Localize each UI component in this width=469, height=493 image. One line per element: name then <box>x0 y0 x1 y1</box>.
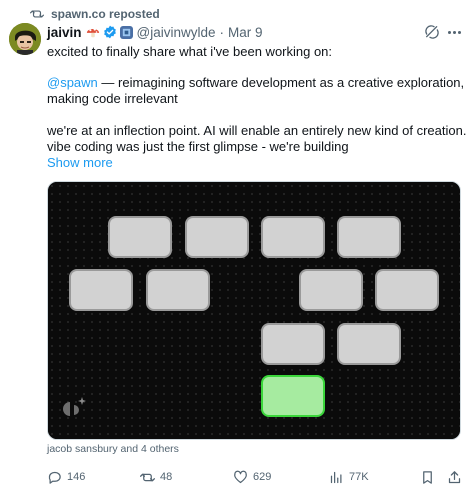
share-icon <box>448 470 461 483</box>
more-options-icon[interactable] <box>446 24 462 40</box>
post-header: jaivin @jaivinwylde · Mar 9 <box>47 23 263 41</box>
post-text-line: @spawn — reimagining software developmen… <box>47 75 465 91</box>
spawn-mention-link[interactable]: @spawn <box>47 75 98 90</box>
media-tile <box>299 269 363 311</box>
post-text-line: we're at an inflection point. AI will en… <box>47 123 467 138</box>
reply-button[interactable]: 146 <box>47 468 85 486</box>
views-icon <box>330 471 342 483</box>
repost-label: spawn.co reposted <box>51 7 160 21</box>
media-tile <box>261 216 325 258</box>
share-button[interactable] <box>447 468 462 486</box>
author-name[interactable]: jaivin <box>47 25 82 40</box>
view-count: 77K <box>349 471 369 483</box>
action-bar: 146 48 629 77K <box>47 468 465 486</box>
post-date[interactable]: Mar 9 <box>228 25 263 40</box>
verified-badge-icon[interactable] <box>103 25 117 39</box>
like-count: 629 <box>253 471 272 483</box>
author-handle[interactable]: @jaivinwylde <box>137 25 216 40</box>
media-tile <box>261 323 325 365</box>
post-text-line: excited to finally share what i've been … <box>47 44 333 59</box>
post-text-line: vibe coding was just the first glimpse -… <box>47 139 349 154</box>
post-media[interactable] <box>47 181 461 440</box>
repost-button[interactable]: 48 <box>140 468 172 486</box>
bookmark-button[interactable] <box>420 468 435 486</box>
media-tile <box>108 216 172 258</box>
avatar[interactable] <box>9 23 41 55</box>
header-separator: · <box>219 24 225 40</box>
mushroom-emoji-icon <box>86 25 100 39</box>
heart-icon <box>234 470 247 483</box>
bookmark-icon <box>423 470 432 484</box>
grok-icon[interactable] <box>424 24 440 40</box>
post-text-line: making code irrelevant <box>47 91 178 106</box>
show-more-link[interactable]: Show more <box>47 155 463 171</box>
media-tile <box>337 323 401 365</box>
spawn-logo-icon <box>63 397 86 419</box>
repost-indicator[interactable]: spawn.co reposted <box>30 6 160 22</box>
media-tile <box>375 269 439 311</box>
reply-icon <box>48 471 61 484</box>
affiliation-badge-icon[interactable] <box>119 25 133 39</box>
media-tile-active <box>261 375 325 417</box>
like-button[interactable]: 629 <box>233 468 271 486</box>
media-tile <box>337 216 401 258</box>
media-tile <box>69 269 133 311</box>
reply-count: 146 <box>67 471 86 483</box>
views-button[interactable]: 77K <box>329 468 369 486</box>
repost-icon <box>140 473 155 481</box>
media-tile <box>185 216 249 258</box>
post-text-segment: — reimagining software development as a … <box>97 75 465 90</box>
liked-by-text[interactable]: jacob sansbury and 4 others <box>47 443 179 455</box>
repost-icon <box>30 10 44 18</box>
repost-count: 48 <box>160 471 173 483</box>
media-tile <box>146 269 210 311</box>
